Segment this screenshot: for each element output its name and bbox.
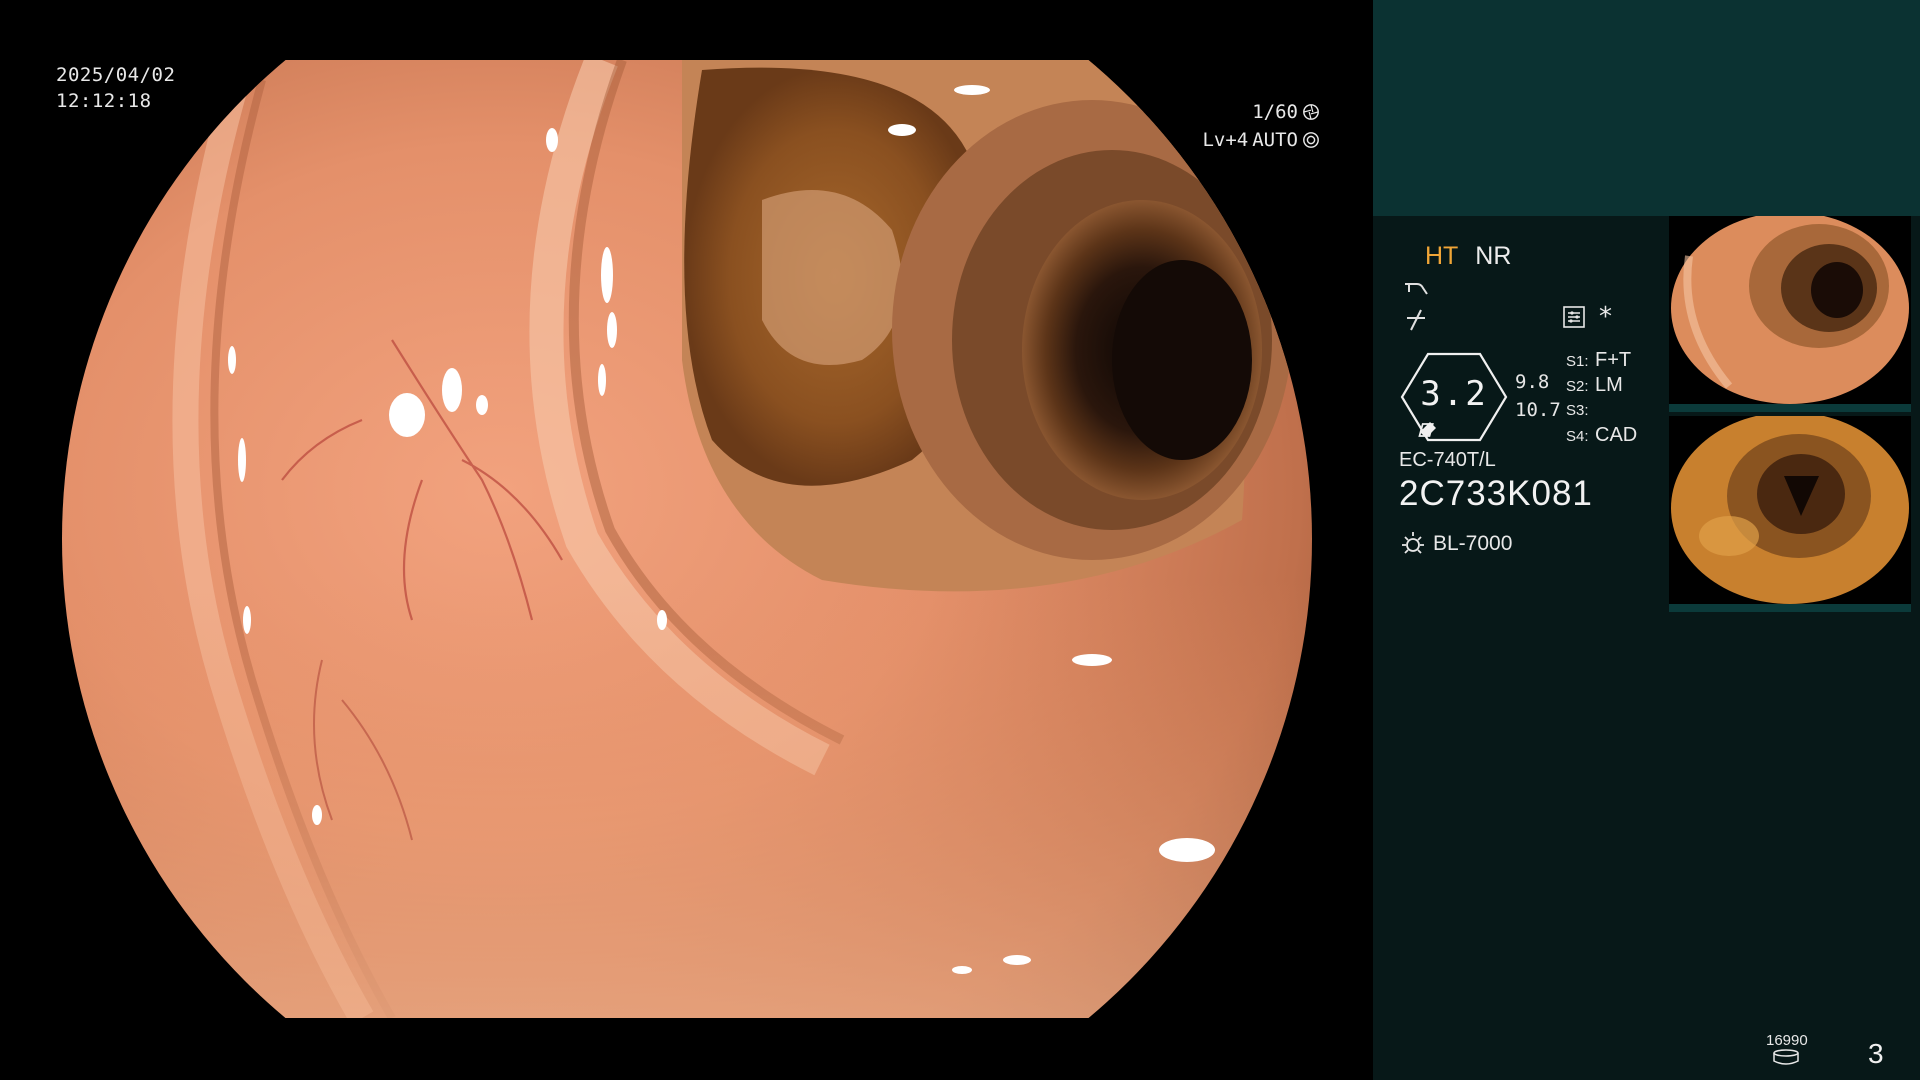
switch-value: CAD xyxy=(1595,424,1638,446)
switch-key: S4: xyxy=(1566,428,1589,445)
shutter-speed: 1/60 xyxy=(1252,101,1298,123)
date-text: 2025/04/02 xyxy=(56,64,176,86)
switch-list: S1: F+T S2: LM S3: S4: CAD xyxy=(1566,348,1637,448)
switch-value: LM xyxy=(1595,374,1623,396)
endoscope-view: 2025/04/02 12:12:18 1/60 Lv+4 AUTO xyxy=(0,0,1372,1080)
light-source-icon xyxy=(1402,532,1424,554)
switch-row: S3: xyxy=(1566,398,1637,423)
gauge-numbers: 9.8 10.7 xyxy=(1515,368,1561,424)
thumbnail-1[interactable] xyxy=(1669,216,1911,412)
storage-icon xyxy=(1773,1049,1799,1065)
settings-icon xyxy=(1563,306,1585,332)
storage-count: 16990 xyxy=(1766,1032,1808,1049)
iris-mode-text: AUTO xyxy=(1252,129,1298,151)
time-text: 12:12:18 xyxy=(56,90,152,112)
gauge-number-2: 10.7 xyxy=(1515,399,1561,421)
mode-nr: NR xyxy=(1475,242,1512,270)
iris-icon xyxy=(1303,132,1319,148)
switch-row: S4: CAD xyxy=(1566,423,1637,448)
gauge-number-1: 9.8 xyxy=(1515,371,1550,393)
switch-key: S2: xyxy=(1566,378,1589,395)
shutter-row: 1/60 xyxy=(1120,98,1320,126)
gauge-display: 3.2 xyxy=(1398,352,1510,442)
side-panel: HT NR * 3.2 9.8 10.7 S1: F+T S2: LM S3: … xyxy=(1373,0,1920,1080)
scope-serial: 2C733K081 xyxy=(1399,474,1593,513)
mode-ht: HT xyxy=(1425,242,1459,270)
scope-model: EC-740T/L xyxy=(1399,449,1496,471)
storage-counter: 16990 xyxy=(1766,1032,1808,1065)
level-text: Lv+4 xyxy=(1202,129,1249,151)
exposure-info: 1/60 Lv+4 AUTO xyxy=(1120,98,1320,154)
endoscope-image xyxy=(62,60,1312,1018)
switch-key: S1: xyxy=(1566,353,1589,370)
light-source: BL-7000 xyxy=(1399,530,1512,558)
light-source-label: BL-7000 xyxy=(1433,532,1513,555)
switch-row: S2: LM xyxy=(1566,373,1637,398)
side-panel-header xyxy=(1373,0,1920,216)
asterisk-indicator: * xyxy=(1599,302,1612,332)
switch-key: S3: xyxy=(1566,402,1589,419)
datetime-display: 2025/04/02 12:12:18 xyxy=(56,62,175,114)
gauge-value: 3.2 xyxy=(1420,374,1488,414)
iris-row: Lv+4 AUTO xyxy=(1120,126,1320,154)
switch-row: S1: F+T xyxy=(1566,348,1637,373)
image-mode: HT NR xyxy=(1425,242,1511,271)
thumbnail-2[interactable] xyxy=(1669,416,1911,612)
page-number: 3 xyxy=(1868,1038,1884,1069)
switch-value: F+T xyxy=(1595,349,1632,371)
endoscopy-monitor: 2025/04/02 12:12:18 1/60 Lv+4 AUTO HT NR… xyxy=(0,0,1920,1080)
freeze-symbol-icon xyxy=(1403,308,1429,332)
shutter-icon xyxy=(1303,104,1319,120)
scope-symbol-icon xyxy=(1403,278,1429,298)
